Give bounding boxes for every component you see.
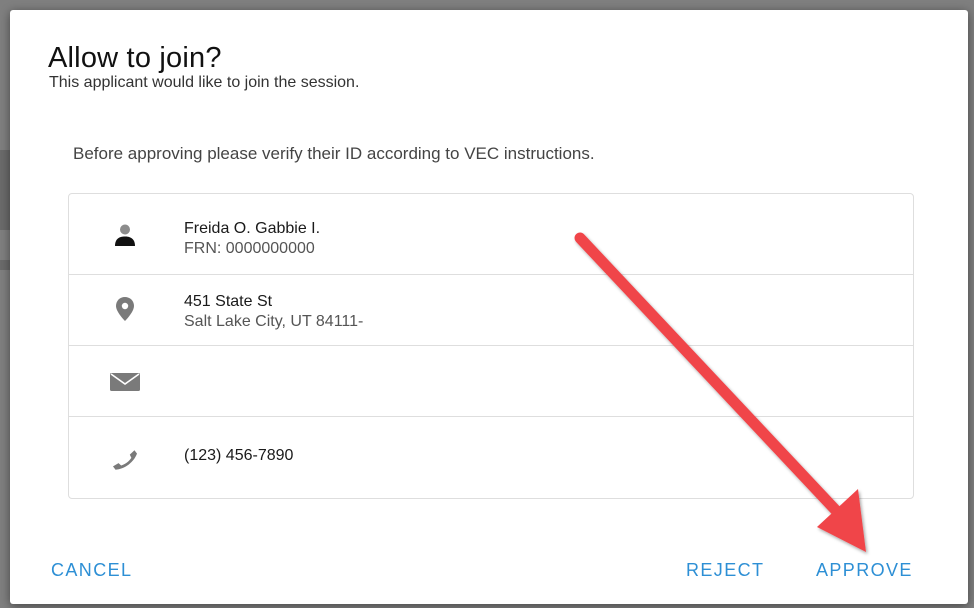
verification-instructions: Before approving please verify their ID …	[73, 144, 595, 163]
reject-button[interactable]: REJECT	[686, 560, 764, 581]
applicant-address-row: 451 State St Salt Lake City, UT 84111-	[69, 275, 913, 346]
applicant-info-card: Freida O. Gabbie I. FRN: 0000000000 451 …	[68, 193, 914, 499]
person-icon	[109, 219, 141, 251]
envelope-icon	[109, 366, 141, 398]
address-line-2: Salt Lake City, UT 84111-	[184, 313, 364, 330]
address-line-1: 451 State St	[184, 293, 273, 310]
applicant-phone-row: (123) 456-7890	[69, 417, 913, 498]
location-pin-icon	[109, 293, 141, 325]
phone-icon	[109, 444, 141, 476]
applicant-frn: FRN: 0000000000	[184, 240, 315, 257]
join-request-dialog: Allow to join? This applicant would like…	[10, 10, 968, 604]
cancel-button[interactable]: CANCEL	[51, 560, 132, 581]
dialog-title: Allow to join?	[48, 42, 222, 74]
applicant-name: Freida O. Gabbie I.	[184, 220, 321, 237]
applicant-name-row: Freida O. Gabbie I. FRN: 0000000000	[69, 194, 913, 275]
approve-button[interactable]: APPROVE	[816, 560, 913, 581]
phone-number: (123) 456-7890	[184, 447, 294, 464]
dialog-subtitle: This applicant would like to join the se…	[49, 74, 360, 91]
applicant-address: 451 State St Salt Lake City, UT 84111-	[184, 292, 363, 332]
applicant-email-row	[69, 346, 913, 417]
applicant-phone: (123) 456-7890	[184, 446, 293, 466]
applicant-identity: Freida O. Gabbie I. FRN: 0000000000	[184, 219, 320, 259]
